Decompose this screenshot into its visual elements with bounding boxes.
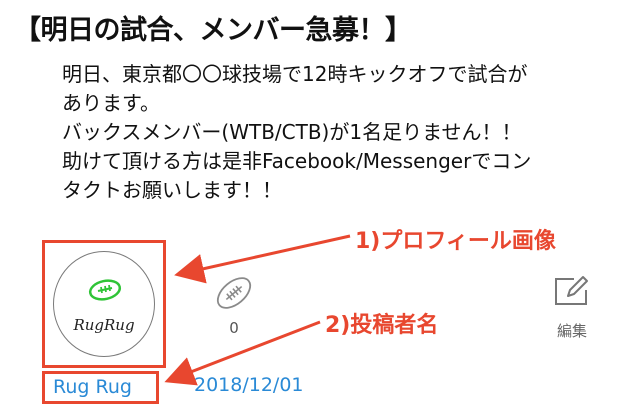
post-body-line: 明日、東京都〇〇球技場で12時キックオフで試合が (62, 62, 528, 86)
arrow-to-profile-image (174, 234, 351, 284)
post-title: 【明日の試合、メンバー急募！】 (14, 15, 412, 46)
edit-label: 編集 (556, 322, 587, 340)
avatar[interactable]: RugRug (53, 251, 155, 357)
post-body-line: タクトお願いします！！ (62, 178, 282, 202)
post-body-line: あります。 (62, 91, 160, 115)
rugby-ball-logo-icon (88, 279, 122, 301)
profile-image-highlight: RugRug (42, 240, 166, 368)
post-body-line: 助けて頂ける方は是非Facebook/Messengerでコン (62, 149, 532, 173)
like-button[interactable]: 0 (206, 275, 262, 337)
author-name[interactable]: Rug Rug (53, 376, 132, 398)
avatar-logo-text: RugRug (73, 316, 135, 334)
like-count: 0 (229, 319, 239, 337)
post-date: 2018/12/01 (194, 374, 304, 396)
edit-icon (555, 276, 588, 305)
rugby-ball-icon (216, 277, 252, 309)
edit-button[interactable]: 編集 (540, 272, 604, 341)
post-body: 明日、東京都〇〇球技場で12時キックオフで試合が あります。 バックスメンバー(… (62, 60, 607, 205)
post-body-line: バックスメンバー(WTB/CTB)が1名足りません！！ (62, 120, 522, 144)
annotation-profile-image: 1)プロフィール画像 (355, 229, 556, 254)
annotation-author-name: 2)投稿者名 (325, 313, 439, 338)
author-name-highlight: Rug Rug (42, 371, 159, 404)
